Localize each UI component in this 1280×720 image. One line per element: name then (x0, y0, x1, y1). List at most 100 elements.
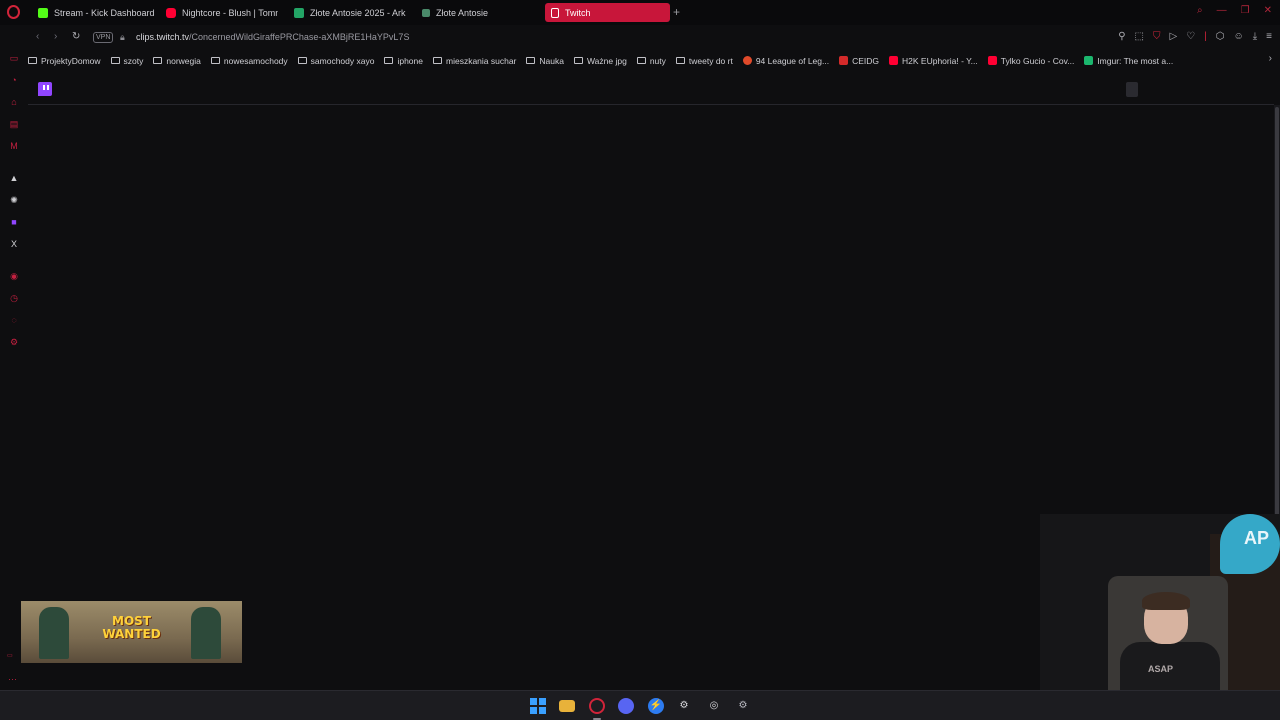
bookmark-label: nowesamochody (223, 55, 288, 66)
speed-dial-icon[interactable]: ◔ (8, 74, 20, 86)
chatgpt-icon[interactable]: ✺ (8, 194, 20, 206)
menu-icon[interactable]: ≡ (1266, 31, 1272, 42)
vpn-badge[interactable]: VPN (93, 32, 114, 43)
hoodie-text: ASAP (1148, 664, 1174, 674)
obs-icon[interactable]: ◎ (706, 698, 722, 714)
search-tabs-icon[interactable]: ⌕ (1197, 5, 1203, 16)
history-icon[interactable]: ◷ (8, 292, 20, 304)
taskbar: ⚡ ⚙ ◎ ⚙ (0, 690, 1280, 720)
bookmark-link[interactable]: 94 League of Leg... (742, 56, 829, 66)
imgur-icon (1084, 56, 1094, 65)
tab-youtube-nightcore[interactable]: Nightcore - Blush | Tomm (166, 3, 278, 22)
x-icon[interactable]: X (8, 238, 20, 250)
browser-sidebar: ▭ ◔ ⌂ ▤ M ▲ ✺ ■ X ◉ ◷ ◌ ⚙ (0, 50, 28, 690)
bookmark-folder[interactable]: nowesamochody (210, 55, 288, 66)
bookmark-label: iphone (397, 55, 423, 66)
webcam-overlay: AP ASAP (1040, 514, 1280, 690)
gmail-icon[interactable]: M (8, 140, 20, 152)
heart-icon[interactable]: ♡ (1186, 31, 1195, 42)
sidebar-small-icon[interactable]: ▭ (7, 652, 13, 659)
download-icon[interactable]: ⤓ (1253, 31, 1257, 42)
lock-icon[interactable]: 🔒︎ (120, 32, 125, 43)
bookmark-link[interactable]: CEIDG (839, 56, 879, 66)
folder-icon (636, 57, 646, 64)
tab-zlote-antosie[interactable]: Złote Antosie (422, 3, 532, 22)
player-icon[interactable]: ◉ (8, 270, 20, 282)
kick-icon (38, 7, 48, 18)
folder-icon (384, 57, 394, 64)
bookmark-link[interactable]: H2K EUphoria! - Y... (889, 56, 978, 66)
document-icon (551, 7, 559, 18)
bookmark-label: ProjektyDomow (41, 55, 101, 66)
extensions-icon[interactable]: ⬡ (1216, 31, 1225, 42)
back-icon[interactable]: ‹ (36, 31, 39, 42)
bookmark-folder[interactable]: nuty (636, 56, 666, 66)
banner-text: MOST WANTED (21, 615, 242, 641)
address-bar: ‹ › ↻ VPN 🔒︎ clips.twitch.tv/ConcernedWi… (28, 27, 1280, 49)
pin-icon[interactable]: ⚲ (1118, 31, 1125, 42)
most-wanted-banner: MOST WANTED (21, 601, 242, 663)
bookmarks-overflow-icon[interactable]: › (1269, 53, 1272, 64)
youtube-icon (889, 56, 899, 65)
bookmark-folder[interactable]: samochody xayo (297, 55, 375, 66)
bookmark-folder[interactable]: Ważne jpg (573, 56, 627, 66)
url-field[interactable]: clips.twitch.tv/ConcernedWildGiraffePRCh… (136, 32, 409, 42)
bookmark-label: norwegia (166, 55, 201, 66)
bookmark-folder[interactable]: tweety do rt (675, 55, 733, 66)
bookmark-label: samochody xayo (310, 55, 375, 66)
folder-icon (675, 57, 685, 64)
sheets-icon (294, 7, 304, 18)
settings-taskbar-icon[interactable]: ⚙ (735, 698, 751, 714)
opera-logo-icon[interactable] (7, 5, 20, 19)
youtube-icon (166, 7, 176, 18)
new-tab-plus-icon[interactable]: + (673, 5, 680, 19)
banner-line-2: WANTED (102, 627, 161, 641)
minimize-icon[interactable]: — (1217, 5, 1227, 16)
bookmark-label: Nauka (539, 55, 564, 66)
forward-icon[interactable]: › (54, 31, 57, 42)
bookmark-label: H2K EUphoria! - Y... (902, 55, 978, 66)
tab-twitch[interactable]: Twitch (545, 3, 670, 22)
bookmark-folder[interactable]: iphone (384, 56, 423, 66)
file-explorer-icon[interactable] (559, 700, 575, 712)
play-icon[interactable]: ▷ (1170, 31, 1178, 42)
more-dots-icon[interactable]: ··· (8, 674, 17, 684)
account-icon[interactable]: ☺ (1234, 31, 1244, 42)
bookmark-folder[interactable]: mieszkania suchar (433, 56, 516, 66)
tab-kick-dashboard[interactable]: Stream - Kick Dashboard (38, 3, 160, 22)
aria-icon[interactable]: ▲ (8, 172, 20, 184)
messenger-taskbar-icon[interactable]: ⚡ (648, 698, 664, 714)
twitch-logo-icon[interactable] (38, 82, 52, 96)
tab-label: Twitch (565, 7, 591, 18)
snapshot-icon[interactable]: ⬚ (1135, 31, 1144, 42)
bookmark-label: Tylko Gucio - Cov... (1000, 55, 1075, 66)
bookmark-link[interactable]: Imgur: The most a... (1084, 56, 1173, 66)
settings-icon[interactable]: ⚙ (8, 336, 20, 348)
bookmark-label: tweety do rt (688, 55, 733, 66)
messenger-icon[interactable]: ▭ (8, 52, 20, 64)
bookmark-folder[interactable]: norwegia (153, 56, 201, 66)
whatsapp-icon[interactable]: ⌂ (8, 96, 20, 108)
opera-taskbar-icon[interactable] (589, 698, 605, 714)
shield-icon[interactable]: ⛉ (1153, 31, 1161, 42)
bookmark-folder[interactable]: Nauka (526, 56, 564, 66)
reload-icon[interactable]: ↻ (72, 31, 80, 42)
youtube-icon (987, 56, 997, 65)
bookmark-folder[interactable]: ProjektyDomow (28, 56, 101, 66)
tab-zlote-antosie-sheet[interactable]: Złote Antosie 2025 - Ark (294, 3, 408, 22)
restore-icon[interactable]: ❐ (1241, 5, 1250, 16)
bookmark-label: CEIDG (852, 55, 880, 66)
twitch-sidebar-icon[interactable]: ■ (8, 216, 20, 228)
windows-start-icon[interactable] (530, 698, 546, 714)
bookmark-folder[interactable]: szoty (110, 56, 143, 66)
bookmark-link[interactable]: Tylko Gucio - Cov... (987, 55, 1075, 66)
pinboards-icon[interactable]: ◌ (8, 314, 20, 326)
tab-label: Złote Antosie 2025 - Ark (310, 7, 406, 18)
steam-icon[interactable]: ⚙ (676, 698, 692, 714)
close-icon[interactable]: ✕ (1264, 5, 1272, 16)
folder-icon (210, 57, 220, 64)
telegram-icon[interactable]: ▤ (8, 118, 20, 130)
balloon-text: AP (1244, 528, 1270, 548)
folder-icon (433, 57, 442, 64)
discord-icon[interactable] (618, 698, 634, 714)
